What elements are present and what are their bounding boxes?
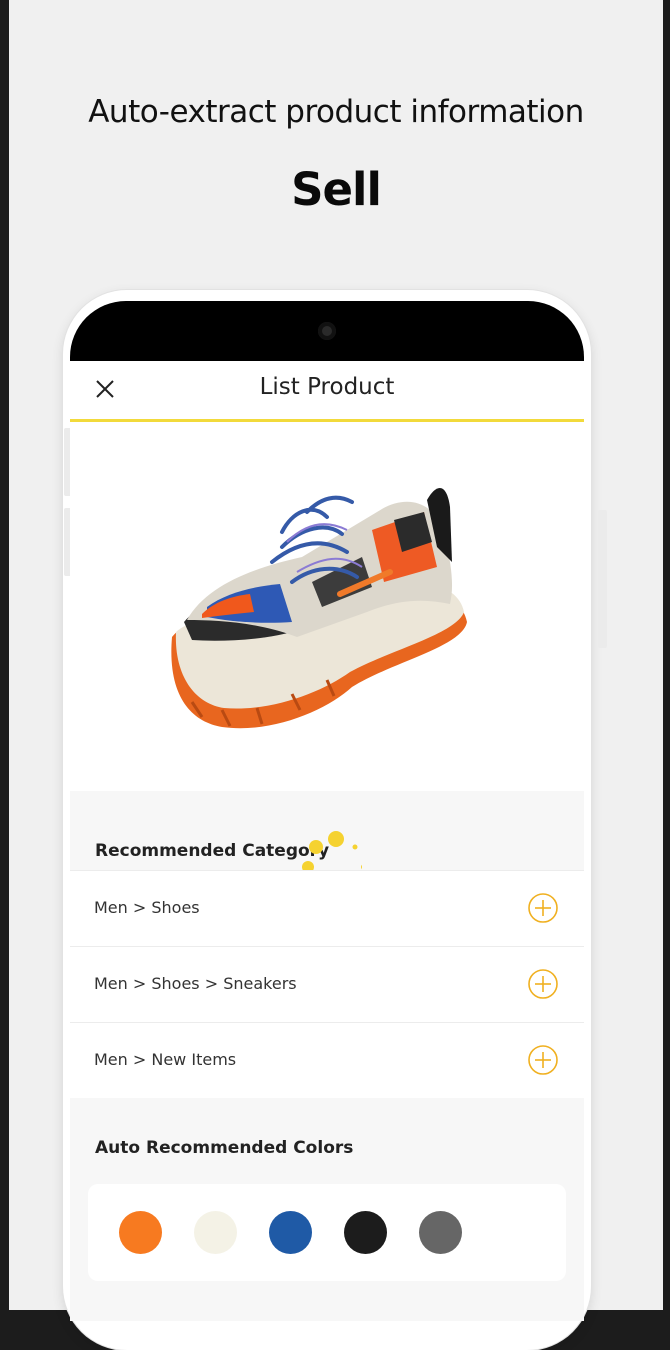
phone-power-button — [598, 510, 607, 648]
category-label: Men > Shoes — [94, 898, 200, 917]
category-label: Men > Shoes > Sneakers — [94, 974, 297, 993]
color-swatch-blue[interactable] — [269, 1211, 312, 1254]
color-swatch-black[interactable] — [344, 1211, 387, 1254]
category-label: Men > New Items — [94, 1050, 237, 1069]
product-image[interactable] — [162, 472, 492, 742]
category-row[interactable]: Men > New Items — [70, 1022, 584, 1099]
color-swatch-cream[interactable] — [194, 1211, 237, 1254]
app-header: List Product — [70, 361, 584, 422]
product-image-area — [70, 422, 584, 791]
recommended-colors-title: Auto Recommended Colors — [95, 1138, 354, 1158]
add-circle-icon[interactable] — [528, 893, 558, 923]
color-swatch-list — [88, 1184, 566, 1281]
add-circle-icon[interactable] — [528, 1045, 558, 1075]
status-bar — [70, 301, 584, 361]
category-row[interactable]: Men > Shoes > Sneakers — [70, 946, 584, 1023]
add-circle-icon[interactable] — [528, 969, 558, 999]
promo-subhead: Sell — [291, 163, 382, 216]
color-swatch-gray[interactable] — [419, 1211, 462, 1254]
camera-icon — [318, 322, 336, 340]
category-row[interactable]: Men > Shoes — [70, 870, 584, 947]
phone-screen: List Product Recommended Category Men > … — [70, 301, 584, 1321]
promo-headline: Auto-extract product information — [88, 94, 584, 130]
color-swatch-orange[interactable] — [119, 1211, 162, 1254]
page-title: List Product — [259, 374, 395, 400]
